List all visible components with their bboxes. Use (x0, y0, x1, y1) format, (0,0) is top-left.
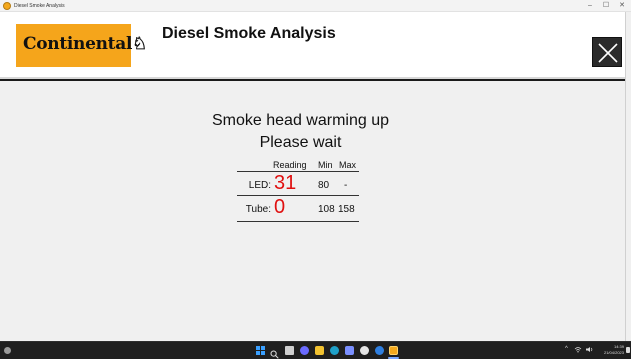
screen: Diesel Smoke Analysis – ☐ ✕ Continental♘… (0, 0, 631, 359)
column-header-max: Max (339, 160, 357, 170)
search-icon[interactable] (270, 346, 279, 359)
help-icon[interactable] (375, 346, 384, 355)
close-icon (598, 43, 618, 63)
taskbar: ^ 14:39 21/04/2023 (0, 341, 631, 359)
file-explorer-icon[interactable] (315, 346, 324, 355)
column-header-reading: Reading (273, 160, 307, 170)
readings-table: Reading Min Max LED: 31 80 - Tube: 0 108… (237, 158, 361, 228)
continental-logo: Continental♘ (16, 24, 147, 67)
logo-wordmark: Continental (23, 34, 133, 54)
window-scrollbar[interactable] (625, 12, 631, 341)
table-divider (237, 221, 359, 222)
led-min: 80 (318, 180, 330, 191)
column-header-min: Min (318, 160, 333, 170)
table-divider (237, 171, 359, 172)
window-titlebar[interactable]: Diesel Smoke Analysis – ☐ ✕ (0, 0, 631, 12)
tube-label: Tube: (245, 204, 271, 215)
app-icon (3, 2, 11, 10)
window-close-button[interactable]: ✕ (614, 0, 630, 12)
notification-icon[interactable] (626, 347, 630, 353)
table-divider (237, 195, 359, 196)
logo-text: Continental♘ (23, 34, 147, 54)
window-title: Diesel Smoke Analysis (14, 3, 65, 9)
led-reading: 31 (274, 172, 297, 194)
status-message: Smoke head warming up (212, 112, 389, 129)
minimize-button[interactable]: – (582, 0, 598, 12)
page-title: Diesel Smoke Analysis (162, 25, 336, 42)
task-view-icon[interactable] (285, 346, 294, 355)
tube-min: 108 (318, 204, 335, 215)
led-max: - (344, 180, 348, 191)
widgets-icon[interactable] (4, 347, 11, 354)
led-label: LED: (248, 180, 271, 191)
tube-reading: 0 (274, 196, 286, 218)
main-panel: Smoke head warming up Please wait Readin… (0, 81, 625, 341)
wifi-icon[interactable] (574, 346, 582, 355)
volume-icon[interactable] (585, 346, 594, 355)
maximize-button[interactable]: ☐ (598, 0, 614, 12)
tray-overflow-button[interactable]: ^ (565, 346, 568, 352)
store-icon[interactable] (345, 346, 354, 355)
app-header: Continental♘ Diesel Smoke Analysis (0, 12, 625, 79)
diesel-smoke-app-icon[interactable] (389, 346, 398, 355)
edge-icon[interactable] (330, 346, 339, 355)
chrome-icon[interactable] (360, 346, 369, 355)
close-button[interactable] (592, 37, 622, 67)
clock-date: 21/04/2023 (603, 350, 624, 355)
wait-message: Please wait (259, 134, 342, 151)
chat-icon[interactable] (300, 346, 309, 355)
tube-max: 158 (338, 204, 355, 215)
horse-icon: ♘ (132, 34, 148, 54)
taskbar-clock[interactable]: 14:39 21/04/2023 (598, 344, 624, 356)
start-icon[interactable] (256, 346, 265, 355)
